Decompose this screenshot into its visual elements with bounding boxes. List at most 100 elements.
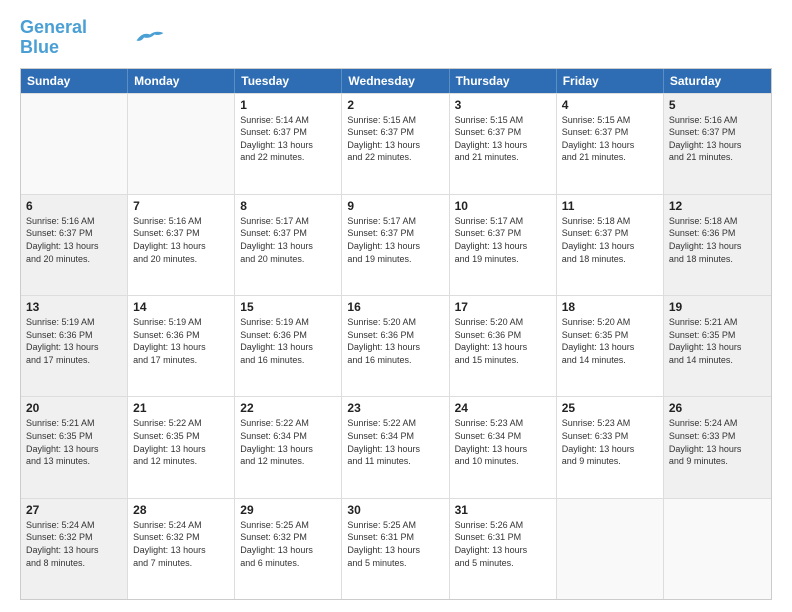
cal-cell: 8 Sunrise: 5:17 AM Sunset: 6:37 PM Daylig… <box>235 195 342 295</box>
logo-text: General <box>20 18 87 38</box>
cal-cell <box>128 94 235 194</box>
day-number: 17 <box>455 300 551 314</box>
day-number: 25 <box>562 401 658 415</box>
day-number: 8 <box>240 199 336 213</box>
cell-text: Sunrise: 5:16 AM Sunset: 6:37 PM Dayligh… <box>133 215 229 265</box>
day-number: 11 <box>562 199 658 213</box>
cell-text: Sunrise: 5:24 AM Sunset: 6:32 PM Dayligh… <box>133 519 229 569</box>
day-number: 24 <box>455 401 551 415</box>
cal-cell: 25 Sunrise: 5:23 AM Sunset: 6:33 PM Dayli… <box>557 397 664 497</box>
cell-text: Sunrise: 5:21 AM Sunset: 6:35 PM Dayligh… <box>669 316 766 366</box>
cell-text: Sunrise: 5:24 AM Sunset: 6:32 PM Dayligh… <box>26 519 122 569</box>
day-number: 4 <box>562 98 658 112</box>
cell-text: Sunrise: 5:22 AM Sunset: 6:34 PM Dayligh… <box>240 417 336 467</box>
day-number: 19 <box>669 300 766 314</box>
calendar-body: 1 Sunrise: 5:14 AM Sunset: 6:37 PM Daylig… <box>21 93 771 599</box>
cell-text: Sunrise: 5:17 AM Sunset: 6:37 PM Dayligh… <box>455 215 551 265</box>
logo: General Blue <box>20 18 165 58</box>
cell-text: Sunrise: 5:23 AM Sunset: 6:34 PM Dayligh… <box>455 417 551 467</box>
cell-text: Sunrise: 5:26 AM Sunset: 6:31 PM Dayligh… <box>455 519 551 569</box>
day-number: 10 <box>455 199 551 213</box>
cal-cell: 5Sunrise: 5:16 AM Sunset: 6:37 PM Daylig… <box>664 94 771 194</box>
header-cell-thursday: Thursday <box>450 69 557 93</box>
day-number: 23 <box>347 401 443 415</box>
cal-cell: 30Sunrise: 5:25 AM Sunset: 6:31 PM Dayli… <box>342 499 449 599</box>
day-number: 27 <box>26 503 122 517</box>
cal-cell <box>664 499 771 599</box>
cal-cell: 12 Sunrise: 5:18 AM Sunset: 6:36 PM Dayli… <box>664 195 771 295</box>
header-cell-friday: Friday <box>557 69 664 93</box>
cal-cell: 3 Sunrise: 5:15 AM Sunset: 6:37 PM Daylig… <box>450 94 557 194</box>
header-cell-wednesday: Wednesday <box>342 69 449 93</box>
week-row-2: 6 Sunrise: 5:16 AM Sunset: 6:37 PM Daylig… <box>21 194 771 295</box>
page: General Blue SundayMondayTuesdayWednesda… <box>0 0 792 612</box>
calendar: SundayMondayTuesdayWednesdayThursdayFrid… <box>20 68 772 600</box>
cell-text: Sunrise: 5:20 AM Sunset: 6:36 PM Dayligh… <box>455 316 551 366</box>
week-row-1: 1 Sunrise: 5:14 AM Sunset: 6:37 PM Daylig… <box>21 93 771 194</box>
week-row-4: 20 Sunrise: 5:21 AM Sunset: 6:35 PM Dayli… <box>21 396 771 497</box>
cal-cell: 17 Sunrise: 5:20 AM Sunset: 6:36 PM Dayli… <box>450 296 557 396</box>
cell-text: Sunrise: 5:14 AM Sunset: 6:37 PM Dayligh… <box>240 114 336 164</box>
calendar-header: SundayMondayTuesdayWednesdayThursdayFrid… <box>21 69 771 93</box>
cell-text: Sunrise: 5:19 AM Sunset: 6:36 PM Dayligh… <box>133 316 229 366</box>
cal-cell: 21Sunrise: 5:22 AM Sunset: 6:35 PM Dayli… <box>128 397 235 497</box>
cal-cell: 14 Sunrise: 5:19 AM Sunset: 6:36 PM Dayli… <box>128 296 235 396</box>
day-number: 9 <box>347 199 443 213</box>
cell-text: Sunrise: 5:23 AM Sunset: 6:33 PM Dayligh… <box>562 417 658 467</box>
cell-text: Sunrise: 5:22 AM Sunset: 6:34 PM Dayligh… <box>347 417 443 467</box>
day-number: 12 <box>669 199 766 213</box>
header-cell-sunday: Sunday <box>21 69 128 93</box>
cell-text: Sunrise: 5:18 AM Sunset: 6:37 PM Dayligh… <box>562 215 658 265</box>
cal-cell <box>21 94 128 194</box>
logo-blue: Blue <box>20 38 87 58</box>
cal-cell: 22Sunrise: 5:22 AM Sunset: 6:34 PM Dayli… <box>235 397 342 497</box>
week-row-5: 27 Sunrise: 5:24 AM Sunset: 6:32 PM Dayli… <box>21 498 771 599</box>
cal-cell: 13 Sunrise: 5:19 AM Sunset: 6:36 PM Dayli… <box>21 296 128 396</box>
day-number: 1 <box>240 98 336 112</box>
day-number: 16 <box>347 300 443 314</box>
cell-text: Sunrise: 5:19 AM Sunset: 6:36 PM Dayligh… <box>26 316 122 366</box>
day-number: 20 <box>26 401 122 415</box>
day-number: 28 <box>133 503 229 517</box>
cell-text: Sunrise: 5:15 AM Sunset: 6:37 PM Dayligh… <box>347 114 443 164</box>
day-number: 30 <box>347 503 443 517</box>
day-number: 31 <box>455 503 551 517</box>
cal-cell: 16 Sunrise: 5:20 AM Sunset: 6:36 PM Dayli… <box>342 296 449 396</box>
header-cell-saturday: Saturday <box>664 69 771 93</box>
day-number: 14 <box>133 300 229 314</box>
cal-cell: 27 Sunrise: 5:24 AM Sunset: 6:32 PM Dayli… <box>21 499 128 599</box>
day-number: 2 <box>347 98 443 112</box>
day-number: 26 <box>669 401 766 415</box>
day-number: 29 <box>240 503 336 517</box>
header: General Blue <box>20 18 772 58</box>
cell-text: Sunrise: 5:24 AM Sunset: 6:33 PM Dayligh… <box>669 417 766 467</box>
day-number: 3 <box>455 98 551 112</box>
cell-text: Sunrise: 5:15 AM Sunset: 6:37 PM Dayligh… <box>455 114 551 164</box>
logo-general: General <box>20 17 87 37</box>
cell-text: Sunrise: 5:15 AM Sunset: 6:37 PM Dayligh… <box>562 114 658 164</box>
cal-cell: 9 Sunrise: 5:17 AM Sunset: 6:37 PM Daylig… <box>342 195 449 295</box>
cell-text: Sunrise: 5:17 AM Sunset: 6:37 PM Dayligh… <box>240 215 336 265</box>
cal-cell: 26 Sunrise: 5:24 AM Sunset: 6:33 PM Dayli… <box>664 397 771 497</box>
cal-cell: 29 Sunrise: 5:25 AM Sunset: 6:32 PM Dayli… <box>235 499 342 599</box>
cal-cell: 31 Sunrise: 5:26 AM Sunset: 6:31 PM Dayli… <box>450 499 557 599</box>
cell-text: Sunrise: 5:22 AM Sunset: 6:35 PM Dayligh… <box>133 417 229 467</box>
cal-cell: 10 Sunrise: 5:17 AM Sunset: 6:37 PM Dayli… <box>450 195 557 295</box>
cell-text: Sunrise: 5:21 AM Sunset: 6:35 PM Dayligh… <box>26 417 122 467</box>
cell-text: Sunrise: 5:25 AM Sunset: 6:32 PM Dayligh… <box>240 519 336 569</box>
cal-cell: 18Sunrise: 5:20 AM Sunset: 6:35 PM Dayli… <box>557 296 664 396</box>
cal-cell: 20 Sunrise: 5:21 AM Sunset: 6:35 PM Dayli… <box>21 397 128 497</box>
cell-text: Sunrise: 5:18 AM Sunset: 6:36 PM Dayligh… <box>669 215 766 265</box>
cal-cell: 15Sunrise: 5:19 AM Sunset: 6:36 PM Dayli… <box>235 296 342 396</box>
day-number: 13 <box>26 300 122 314</box>
cal-cell: 2 Sunrise: 5:15 AM Sunset: 6:37 PM Daylig… <box>342 94 449 194</box>
cal-cell: 19 Sunrise: 5:21 AM Sunset: 6:35 PM Dayli… <box>664 296 771 396</box>
cal-cell <box>557 499 664 599</box>
logo-bird-icon <box>135 27 165 45</box>
cell-text: Sunrise: 5:20 AM Sunset: 6:36 PM Dayligh… <box>347 316 443 366</box>
cal-cell: 4 Sunrise: 5:15 AM Sunset: 6:37 PM Daylig… <box>557 94 664 194</box>
cal-cell: 28 Sunrise: 5:24 AM Sunset: 6:32 PM Dayli… <box>128 499 235 599</box>
day-number: 18 <box>562 300 658 314</box>
cell-text: Sunrise: 5:17 AM Sunset: 6:37 PM Dayligh… <box>347 215 443 265</box>
day-number: 6 <box>26 199 122 213</box>
